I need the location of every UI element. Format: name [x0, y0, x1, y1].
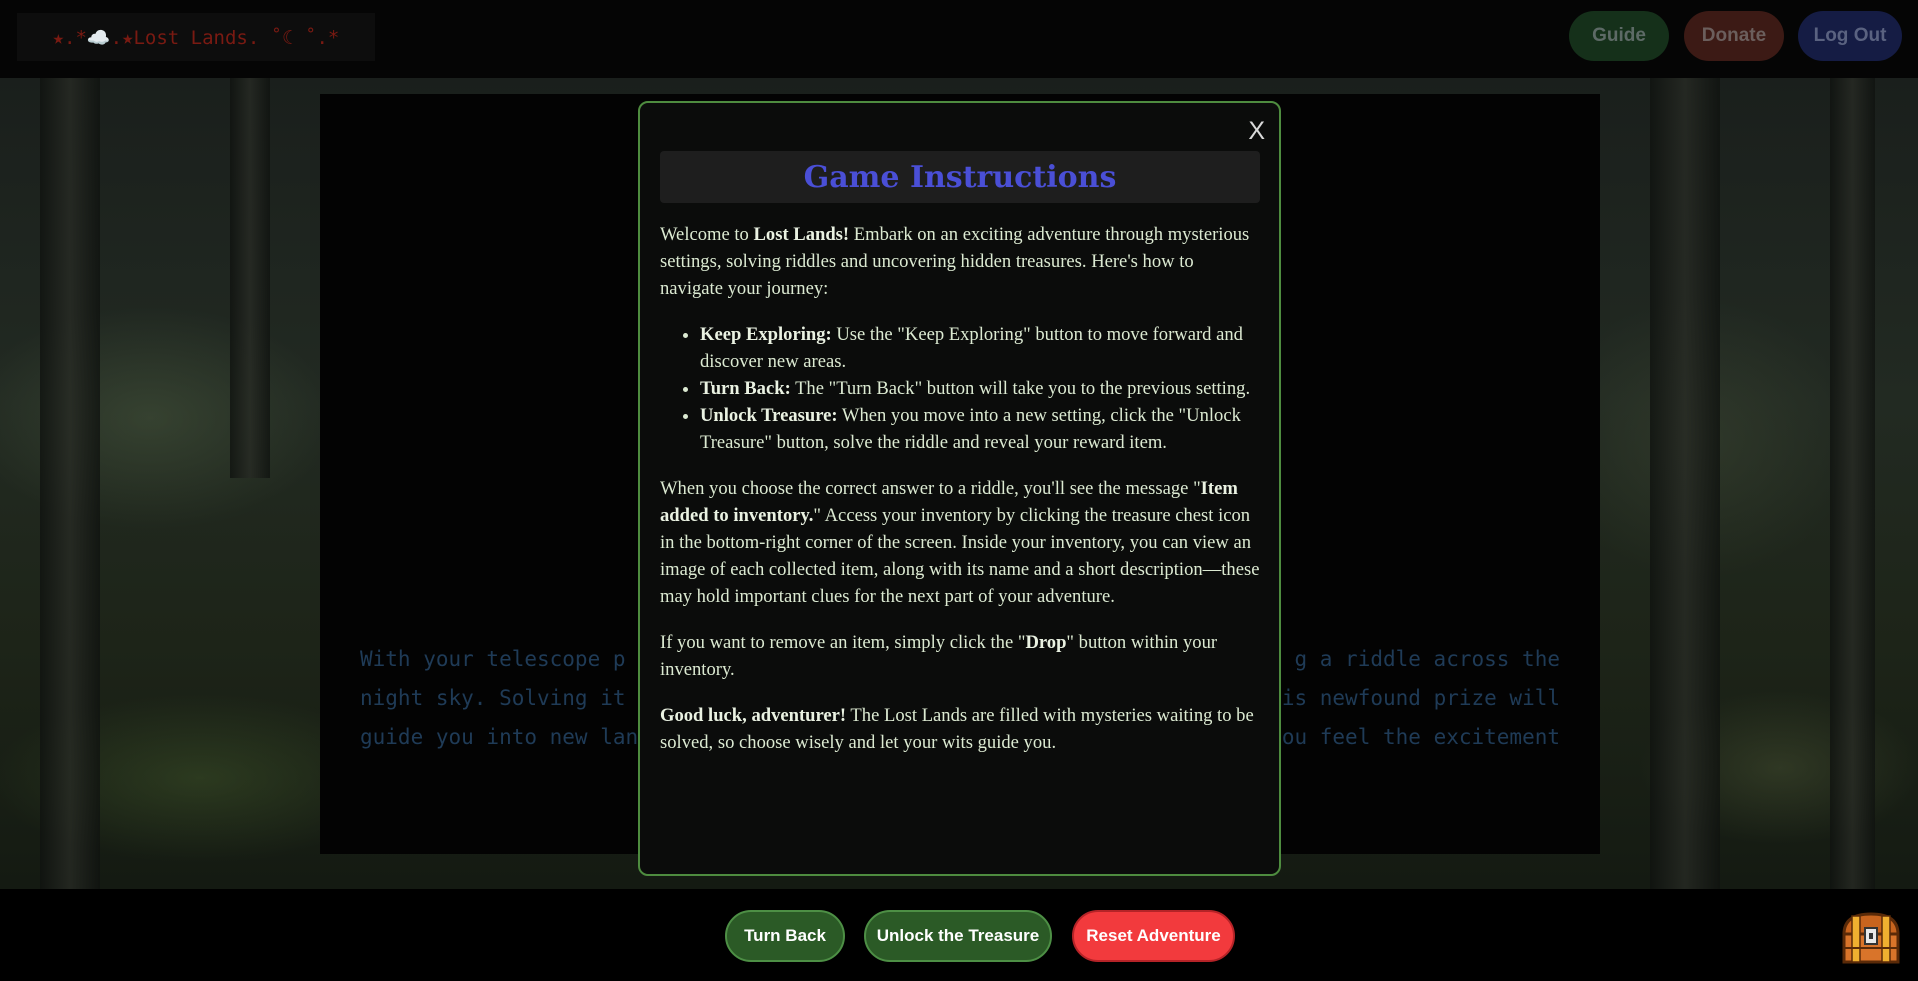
tree-trunk-decoration: [1650, 78, 1720, 889]
treasure-chest-icon[interactable]: [1838, 908, 1904, 968]
story-fragment: night sky. Solving it pr: [360, 686, 664, 710]
close-modal-button[interactable]: X: [1248, 117, 1265, 146]
tree-trunk-decoration: [1830, 78, 1875, 889]
list-item: Keep Exploring: Use the "Keep Exploring"…: [700, 321, 1260, 375]
emphasis-text: Good luck, adventurer!: [660, 705, 847, 726]
story-fragment: g a riddle across the: [1294, 647, 1560, 671]
item-label: Turn Back:: [700, 378, 791, 399]
text-fragment: Welcome to: [660, 224, 754, 245]
item-text: The "Turn Back" button will take you to …: [790, 378, 1251, 399]
modal-title: Game Instructions: [660, 151, 1260, 203]
item-label: Unlock Treasure:: [700, 405, 838, 426]
emphasis-text: Drop: [1025, 632, 1067, 653]
story-fragment: his newfound prize will: [1269, 686, 1560, 710]
intro-paragraph: Welcome to Lost Lands! Embark on an exci…: [660, 221, 1260, 302]
item-label: Keep Exploring:: [700, 324, 832, 345]
unlock-treasure-button[interactable]: Unlock the Treasure: [864, 910, 1052, 962]
turn-back-button[interactable]: Turn Back: [725, 910, 845, 962]
tree-trunk-decoration: [40, 78, 100, 889]
guide-button[interactable]: Guide: [1569, 11, 1669, 61]
good-luck-paragraph: Good luck, adventurer! The Lost Lands ar…: [660, 702, 1260, 756]
text-fragment: When you choose the correct answer to a …: [660, 478, 1201, 499]
instructions-list: Keep Exploring: Use the "Keep Exploring"…: [660, 321, 1260, 456]
logout-button[interactable]: Log Out: [1798, 11, 1902, 61]
donate-button[interactable]: Donate: [1684, 11, 1784, 61]
drop-paragraph: If you want to remove an item, simply cl…: [660, 629, 1260, 683]
instructions-modal: X Game Instructions Welcome to Lost Land…: [638, 101, 1281, 876]
story-fragment: you feel the excitement: [1269, 725, 1560, 749]
inventory-paragraph: When you choose the correct answer to a …: [660, 475, 1260, 610]
list-item: Turn Back: The "Turn Back" button will t…: [700, 375, 1260, 402]
list-item: Unlock Treasure: When you move into a ne…: [700, 402, 1260, 456]
modal-body: Welcome to Lost Lands! Embark on an exci…: [660, 221, 1260, 775]
game-logo[interactable]: ★.*☁️.★Lost Lands. ˚☾ ˚.*: [17, 13, 375, 61]
text-fragment: If you want to remove an item, simply cl…: [660, 632, 1026, 653]
top-bar: ★.*☁️.★Lost Lands. ˚☾ ˚.* Guide Donate L…: [0, 0, 1918, 78]
game-name-text: Lost Lands!: [753, 224, 850, 245]
tree-trunk-decoration: [230, 78, 270, 478]
story-fragment: guide you into new lands: [360, 725, 664, 749]
story-fragment: With your telescope p: [360, 647, 626, 671]
reset-adventure-button[interactable]: Reset Adventure: [1072, 910, 1235, 962]
